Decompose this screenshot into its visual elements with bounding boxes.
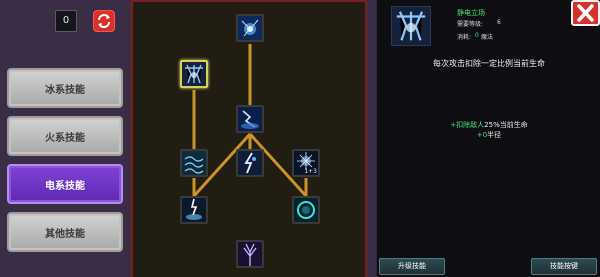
- close-button[interactable]: [571, 0, 600, 26]
- chain-lightning-icon: [182, 151, 206, 175]
- static-field-icon: [182, 62, 206, 86]
- tab-ice-skills[interactable]: 冰系技能: [7, 68, 123, 108]
- tab-label: 冰系技能: [45, 84, 85, 96]
- close-icon: [577, 4, 594, 22]
- skill-node-spark-right[interactable]: 1+3: [292, 149, 320, 177]
- skill-node-orb-right[interactable]: [292, 196, 320, 224]
- reset-button[interactable]: [93, 10, 115, 32]
- effect-suffix: 当前生命: [499, 121, 528, 129]
- skill-detail-panel: 静电立场 需要等级: 6 消耗: 0 魔法 每次攻击扣除一定比例当前生命 +扣除…: [376, 0, 600, 277]
- lightning-storm-icon: [238, 107, 262, 131]
- cost-value: 0: [475, 32, 479, 39]
- effect-damage-line: +扣除敌人25%当前生命: [377, 120, 600, 130]
- energy-orb-icon: [294, 198, 318, 222]
- skill-level-label: 1+3: [304, 168, 317, 175]
- refresh-icon: [98, 14, 110, 28]
- lightning-bolt-icon: [238, 151, 262, 175]
- cost-unit: 魔法: [481, 34, 494, 41]
- tab-other-skills[interactable]: 其他技能: [7, 212, 123, 252]
- tab-label: 电系技能: [45, 180, 85, 192]
- effect-prefix: +扣除敌人: [450, 121, 485, 129]
- thunder-strike-icon: [182, 198, 206, 222]
- tab-fire-skills[interactable]: 火系技能: [7, 116, 123, 156]
- cost-label: 消耗:: [457, 34, 472, 41]
- left-column: 0 冰系技能 火系技能 电系技能 其他技能: [0, 0, 130, 277]
- tab-label: 火系技能: [45, 132, 85, 144]
- required-level-value: 6: [497, 19, 501, 26]
- skill-tree-links: [192, 44, 308, 198]
- effect-radius-value: +0: [476, 131, 488, 139]
- skill-node-static-field[interactable]: [180, 60, 208, 88]
- tab-lightning-skills[interactable]: 电系技能: [7, 164, 123, 204]
- skill-hotkey-button[interactable]: 技能按键: [531, 258, 597, 275]
- skill-node-thunder-left[interactable]: [180, 196, 208, 224]
- effect-radius-line: +0半径: [377, 130, 600, 140]
- required-level-label: 需要等级:: [457, 21, 484, 28]
- effect-value: 25%: [484, 121, 500, 129]
- skill-tree-panel: 1+3: [131, 0, 367, 277]
- skill-node-bottom[interactable]: [236, 240, 264, 268]
- skill-node-top[interactable]: [236, 14, 264, 42]
- selected-skill-icon: [391, 6, 431, 46]
- tab-label: 其他技能: [45, 228, 85, 240]
- skill-points-counter: 0: [55, 10, 77, 32]
- skill-node-chain-left[interactable]: [180, 149, 208, 177]
- lightning-tree-icon: [238, 242, 262, 266]
- skill-node-storm-center[interactable]: [236, 105, 264, 133]
- static-field-icon: [392, 7, 430, 45]
- skill-node-bolt-middle[interactable]: [236, 149, 264, 177]
- upgrade-skill-button[interactable]: 升级技能: [379, 258, 445, 275]
- skill-name: 静电立场: [457, 9, 485, 17]
- skill-description: 每次攻击扣除一定比例当前生命: [433, 59, 545, 68]
- effect-radius-suffix: 半径: [487, 131, 502, 139]
- lightning-orb-icon: [238, 16, 262, 40]
